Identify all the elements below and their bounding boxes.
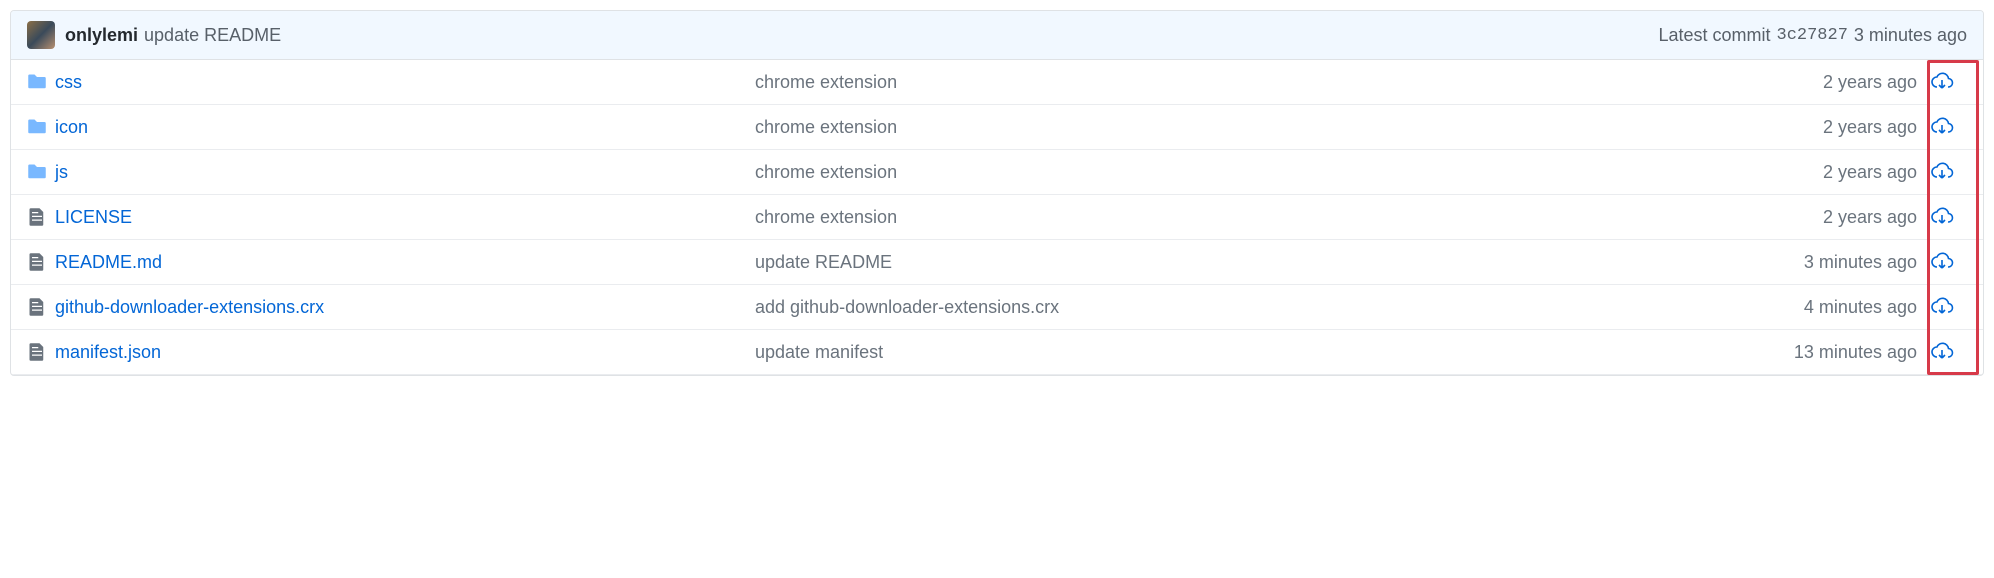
file-row: manifest.json update manifest13 minutes a… — [11, 330, 1983, 375]
download-button[interactable] — [1917, 70, 1967, 94]
file-row: README.md update README3 minutes ago — [11, 240, 1983, 285]
cloud-download-icon — [1930, 205, 1954, 229]
file-icon — [27, 342, 55, 362]
download-button[interactable] — [1917, 340, 1967, 364]
cloud-download-icon — [1930, 340, 1954, 364]
download-button[interactable] — [1917, 250, 1967, 274]
file-age: 4 minutes ago — [1717, 297, 1917, 318]
file-name-cell: js — [55, 162, 755, 183]
file-link[interactable]: css — [55, 72, 82, 92]
file-commit-message[interactable]: update manifest — [755, 342, 1717, 363]
commit-meta: Latest commit 3c27827 3 minutes ago — [1658, 25, 1967, 46]
file-row: js chrome extension2 years ago — [11, 150, 1983, 195]
file-age: 2 years ago — [1717, 117, 1917, 138]
commit-message[interactable]: update README — [144, 25, 281, 46]
file-age: 3 minutes ago — [1717, 252, 1917, 273]
file-link[interactable]: github-downloader-extensions.crx — [55, 297, 324, 317]
file-commit-message[interactable]: chrome extension — [755, 72, 1717, 93]
file-age: 2 years ago — [1717, 207, 1917, 228]
file-link[interactable]: README.md — [55, 252, 162, 272]
file-row: css chrome extension2 years ago — [11, 60, 1983, 105]
file-name-cell: manifest.json — [55, 342, 755, 363]
cloud-download-icon — [1930, 70, 1954, 94]
file-row: icon chrome extension2 years ago — [11, 105, 1983, 150]
cloud-download-icon — [1930, 160, 1954, 184]
file-row: LICENSE chrome extension2 years ago — [11, 195, 1983, 240]
commit-header: onlylemi update README Latest commit 3c2… — [11, 11, 1983, 60]
file-rows: csschrome extension2 years agoiconchrome… — [11, 60, 1983, 375]
folder-icon — [27, 117, 55, 137]
file-age: 2 years ago — [1717, 162, 1917, 183]
cloud-download-icon — [1930, 295, 1954, 319]
file-commit-message[interactable]: chrome extension — [755, 117, 1717, 138]
folder-icon — [27, 72, 55, 92]
file-age: 2 years ago — [1717, 72, 1917, 93]
file-row: github-downloader-extensions.crx add gith… — [11, 285, 1983, 330]
download-button[interactable] — [1917, 205, 1967, 229]
folder-icon — [27, 162, 55, 182]
file-name-cell: icon — [55, 117, 755, 138]
file-name-cell: README.md — [55, 252, 755, 273]
commit-time: 3 minutes ago — [1854, 25, 1967, 46]
file-name-cell: LICENSE — [55, 207, 755, 228]
download-button[interactable] — [1917, 160, 1967, 184]
file-name-cell: github-downloader-extensions.crx — [55, 297, 755, 318]
download-button[interactable] — [1917, 115, 1967, 139]
latest-commit-label: Latest commit — [1658, 25, 1770, 46]
file-listing-box: onlylemi update README Latest commit 3c2… — [10, 10, 1984, 376]
file-link[interactable]: js — [55, 162, 68, 182]
file-icon — [27, 252, 55, 272]
download-button[interactable] — [1917, 295, 1967, 319]
file-commit-message[interactable]: chrome extension — [755, 207, 1717, 228]
file-icon — [27, 207, 55, 227]
file-link[interactable]: manifest.json — [55, 342, 161, 362]
file-name-cell: css — [55, 72, 755, 93]
cloud-download-icon — [1930, 250, 1954, 274]
author-name[interactable]: onlylemi — [65, 25, 138, 46]
author-avatar[interactable] — [27, 21, 55, 49]
file-commit-message[interactable]: chrome extension — [755, 162, 1717, 183]
file-icon — [27, 297, 55, 317]
file-age: 13 minutes ago — [1717, 342, 1917, 363]
commit-sha[interactable]: 3c27827 — [1777, 26, 1848, 45]
file-commit-message[interactable]: add github-downloader-extensions.crx — [755, 297, 1717, 318]
file-link[interactable]: icon — [55, 117, 88, 137]
file-commit-message[interactable]: update README — [755, 252, 1717, 273]
file-link[interactable]: LICENSE — [55, 207, 132, 227]
cloud-download-icon — [1930, 115, 1954, 139]
